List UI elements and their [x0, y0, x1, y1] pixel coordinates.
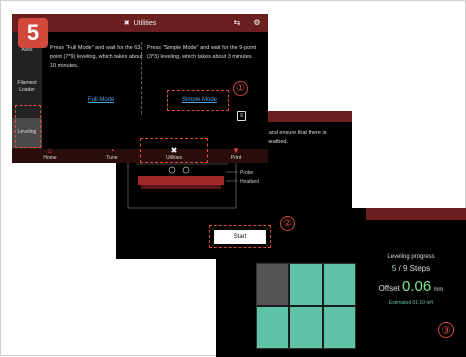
grid-cell-done [257, 307, 289, 348]
screen-title-text: Utilities [133, 19, 157, 27]
home-icon: ⌂ [47, 146, 53, 155]
utilities-nav-highlight [140, 138, 208, 163]
step-number-badge: 5 [18, 18, 48, 48]
full-mode-link[interactable]: Full Mode [88, 97, 114, 103]
step-marker-3: ③ [438, 322, 454, 338]
sidebar-item-sublabel: Loader [19, 87, 35, 93]
start-button[interactable]: Start [214, 230, 266, 244]
nav-label: Tune [106, 155, 118, 161]
step-marker-2: ② [280, 216, 295, 231]
grid-cell-done [290, 307, 322, 348]
probe-label: Probe [240, 170, 254, 176]
steps-counter: 5 / 9 Steps [368, 264, 454, 273]
instruction-line-1: bed and ensure that there is [258, 130, 327, 136]
sidebar-item-label: Filament [17, 80, 37, 86]
simple-mode-link[interactable]: Simple Mode [182, 97, 217, 103]
step-marker-1: ① [233, 81, 248, 96]
utilities-icon: ✖ [123, 20, 130, 27]
steps-total: / 9 Steps [396, 264, 431, 273]
utilities-screen: ✖ Utilities ⇆ ⚙ Bu Axes Filament Loader … [12, 14, 268, 163]
instruction-figure: 5 Leveling progress 5 / 9 Steps Offset 0… [0, 0, 466, 357]
simple-mode-description: Press "Simple Mode" and wait for the 9-p… [147, 45, 257, 60]
progress-title: Leveling progress [387, 254, 435, 260]
offset-unit: mm [433, 287, 444, 293]
swap-icon[interactable]: ⇆ [232, 18, 242, 28]
grid-cell-current [257, 264, 289, 305]
tune-icon: ◔ [109, 146, 115, 155]
sidebar-item-filament-loader[interactable]: Filament Loader [12, 80, 42, 94]
printer-diagram-icon [127, 156, 238, 209]
grid-cell-done [323, 264, 355, 305]
print-icon: ▼ [232, 146, 240, 155]
leveling-highlight [15, 105, 41, 148]
offset-label: Offset [378, 284, 400, 293]
nav-print[interactable]: ▼ Print [216, 146, 256, 162]
estimated-time: Estimated 01:10 left [388, 300, 434, 306]
screen-title: ✖ Utilities [12, 14, 268, 32]
grid-cell-done [290, 264, 322, 305]
nav-label: Home [43, 155, 57, 161]
column-divider [141, 42, 142, 114]
top-bar [366, 208, 466, 220]
heatbed-label: Heatbed [240, 179, 259, 185]
nav-tune[interactable]: ◔ Tune [92, 146, 132, 162]
full-mode-description: Press "Full Mode" and wait for the 63-po… [50, 45, 143, 69]
grid-cell-done [323, 307, 355, 348]
offset-readout: Offset 0.06 mm [366, 278, 456, 295]
nav-home[interactable]: ⌂ Home [30, 146, 70, 162]
gear-icon[interactable]: ⚙ [252, 18, 262, 28]
document-icon[interactable]: ≡ [237, 111, 246, 121]
leveling-grid [256, 263, 356, 349]
nav-label: Print [230, 155, 242, 161]
offset-value: 0.06 [402, 278, 432, 295]
